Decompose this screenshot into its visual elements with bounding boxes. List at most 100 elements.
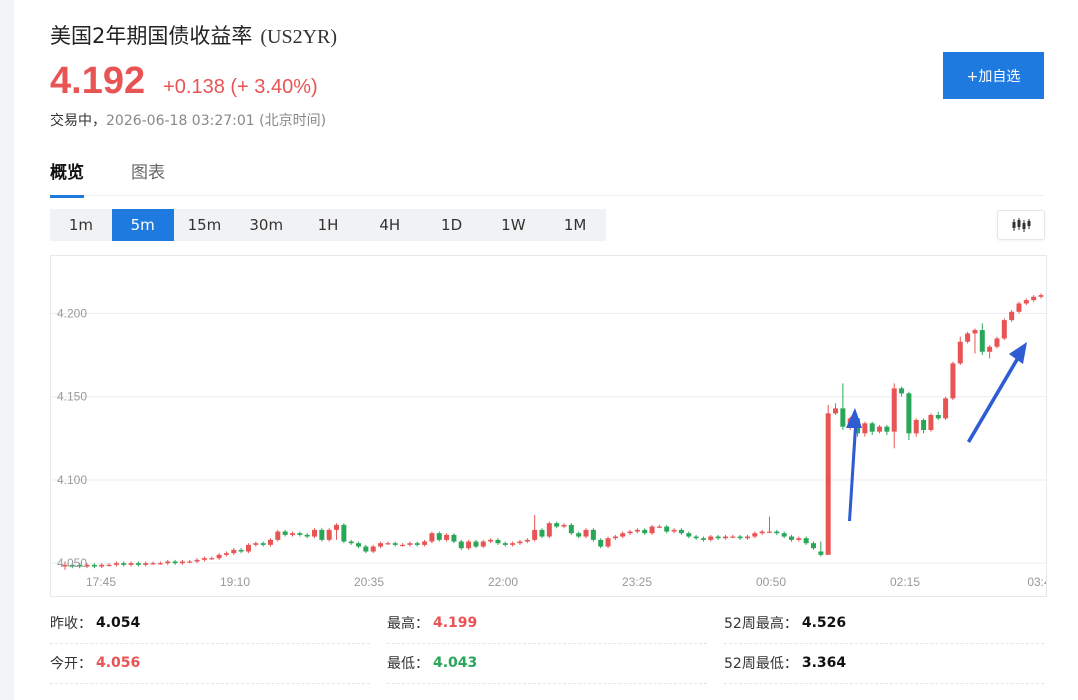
candle-body: [744, 536, 750, 539]
x-tick-label: 02:15: [890, 575, 920, 589]
candle-body: [972, 330, 978, 334]
candle-body: [546, 523, 552, 537]
instrument-symbol: (US2YR): [260, 26, 338, 48]
stat-label: 昨收：: [50, 616, 92, 632]
stat-open: 今开： 4.056: [50, 643, 370, 684]
candle-body: [634, 529, 640, 532]
stat-value: 4.526: [801, 615, 847, 631]
candle-body: [686, 533, 692, 537]
interval-4h[interactable]: 4H: [359, 209, 421, 241]
candle-body: [407, 543, 413, 545]
candle-body: [392, 543, 398, 545]
candle-body: [1001, 320, 1007, 339]
stat-52w-low: 52周最低： 3.364: [724, 643, 1044, 684]
candle-body: [825, 413, 831, 555]
candle-body: [811, 543, 817, 549]
interval-1w[interactable]: 1W: [482, 209, 544, 241]
interval-1mo[interactable]: 1M: [544, 209, 606, 241]
candle-body: [414, 543, 420, 545]
candle-body: [128, 563, 134, 565]
candle-body: [590, 529, 596, 540]
candle-body: [356, 543, 362, 547]
interval-30m[interactable]: 30m: [235, 209, 297, 241]
candle-body: [304, 534, 310, 537]
chart-type-button[interactable]: [997, 210, 1045, 240]
candle-body: [730, 536, 736, 538]
stat-label: 最低：: [387, 656, 429, 672]
candle-body: [267, 539, 273, 545]
candle-body: [965, 333, 971, 342]
stat-high: 最高： 4.199: [387, 603, 707, 644]
candle-body: [700, 538, 706, 540]
candle-body: [576, 533, 582, 537]
candle-body: [473, 541, 479, 547]
candle-body: [708, 536, 714, 540]
price-change: +0.138 (+ 3.40%): [163, 76, 318, 98]
interval-1d[interactable]: 1D: [421, 209, 483, 241]
candle-body: [135, 563, 141, 565]
candle-body: [216, 554, 222, 559]
interval-1h[interactable]: 1H: [297, 209, 359, 241]
stat-label: 52周最高：: [724, 616, 798, 632]
candle-body: [796, 538, 802, 540]
candle-body: [877, 426, 883, 432]
x-tick-label: 03:4: [1027, 575, 1046, 589]
candle-body: [539, 529, 545, 537]
candle-body: [143, 563, 149, 565]
candle-body: [752, 533, 758, 537]
left-edge-strip: [0, 0, 14, 700]
timestamp: 2026-06-18 03:27:01 (北京时间): [106, 113, 327, 129]
tab-bar: 概览 图表: [50, 158, 1044, 198]
candle-body: [994, 338, 1000, 347]
candle-body: [818, 551, 824, 555]
candle-body: [678, 529, 684, 534]
candle-body: [693, 536, 699, 539]
candle-body: [921, 420, 927, 430]
candle-body: [436, 533, 442, 540]
page-title: 美国2年期国债收益率 (US2YR): [50, 20, 337, 50]
add-to-watchlist-button[interactable]: +加自选: [943, 52, 1044, 99]
candle-body: [201, 558, 207, 560]
candle-body: [326, 529, 332, 540]
candle-body: [319, 529, 325, 540]
candle-body: [172, 561, 178, 564]
candle-body: [899, 388, 905, 394]
candle-body: [869, 423, 875, 432]
candle-body: [253, 543, 259, 545]
candle-body: [378, 543, 384, 547]
interval-15m[interactable]: 15m: [174, 209, 236, 241]
x-tick-label: 19:10: [220, 575, 250, 589]
stats-row: 昨收： 4.054 最高： 4.199 52周最高： 4.526: [50, 603, 1044, 644]
candle-body: [451, 534, 457, 542]
candle-body: [715, 536, 721, 539]
price-chart-panel[interactable]: 4.200 4.150 4.100 4.050 17:45 19:10 20:35 22:00…: [50, 255, 1051, 597]
tab-overview[interactable]: 概览: [50, 158, 84, 198]
candle-body: [289, 533, 295, 535]
candle-body: [334, 524, 340, 530]
candle-body: [928, 415, 934, 430]
candle-body: [194, 559, 200, 562]
candle-body: [348, 541, 354, 544]
candle-body: [1016, 303, 1022, 312]
tab-chart[interactable]: 图表: [131, 158, 165, 195]
candle-body: [187, 561, 193, 563]
candle-body: [906, 393, 912, 434]
stat-label: 52周最低：: [724, 656, 798, 672]
candle-body: [209, 558, 215, 560]
annotation-arrow: [967, 356, 1020, 443]
last-price: 4.192: [50, 60, 146, 102]
interval-5m[interactable]: 5m: [111, 209, 174, 241]
candle-body: [891, 388, 897, 432]
y-tick-label: 4.200: [57, 306, 87, 320]
candle-body: [422, 541, 428, 545]
trading-status: 交易中，2026-06-18 03:27:01 (北京时间): [50, 110, 326, 130]
candle-body: [1009, 311, 1015, 321]
candle-body: [444, 534, 450, 540]
candle-body: [987, 346, 993, 352]
candle-body: [312, 529, 318, 537]
interval-1m[interactable]: 1m: [50, 209, 112, 241]
candle-body: [150, 563, 156, 565]
candle-body: [502, 543, 508, 545]
candle-body: [935, 415, 941, 419]
candle-body: [179, 561, 185, 564]
